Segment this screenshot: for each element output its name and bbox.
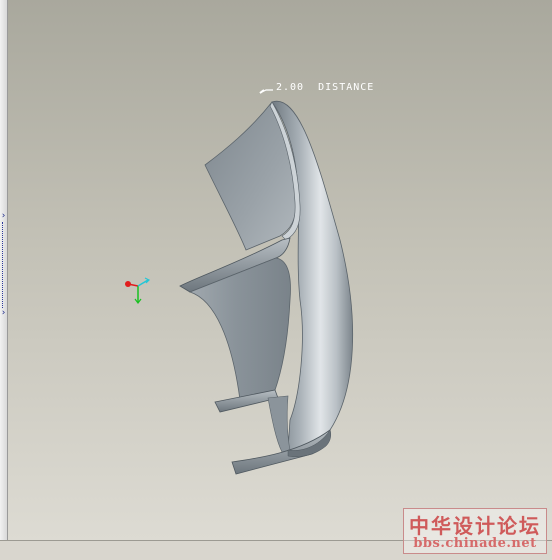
watermark-logo: 中华设计论坛 bbs.chinade.net (403, 508, 547, 554)
coordinate-triad-icon (125, 277, 151, 304)
graphics-viewport[interactable]: › › 2.00 DISTANCE (0, 0, 552, 540)
watermark-url: bbs.chinade.net (413, 536, 537, 551)
left-toolbar-strip: › › (0, 0, 8, 540)
expand-arrow-icon[interactable]: › (0, 308, 7, 318)
expand-arrow-icon[interactable]: › (0, 211, 7, 221)
sash-handle[interactable] (2, 222, 5, 308)
watermark-title: 中华设计论坛 (409, 514, 541, 538)
3d-part-model[interactable] (170, 88, 370, 480)
